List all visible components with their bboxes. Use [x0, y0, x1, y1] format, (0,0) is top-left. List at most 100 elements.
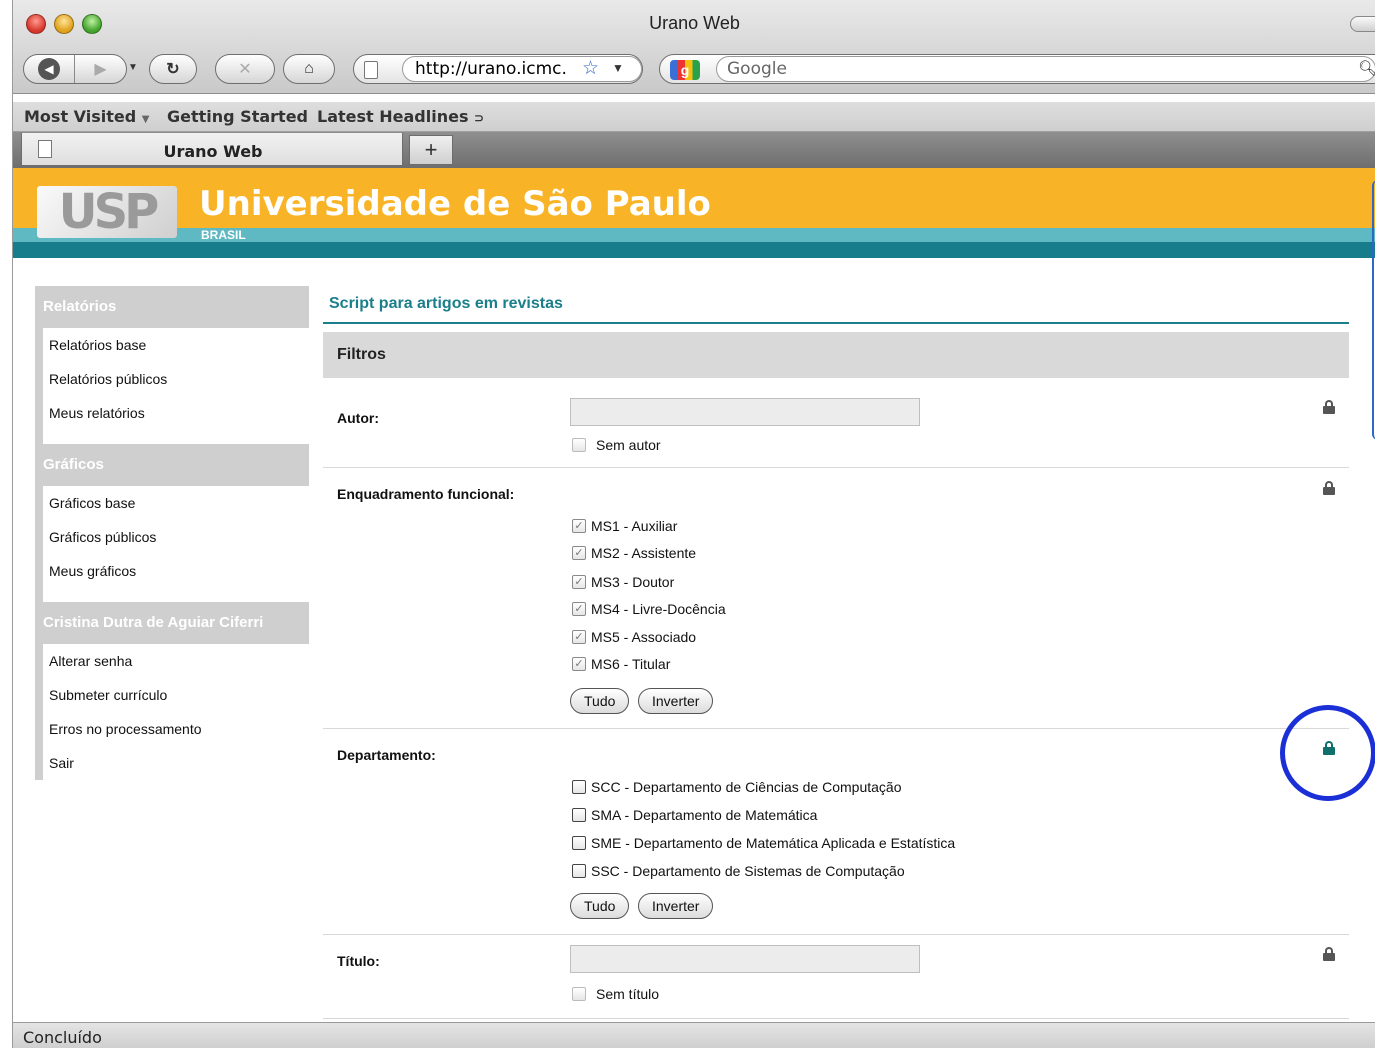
tab-strip: Urano Web +: [13, 132, 1375, 168]
option-label: MS3 - Doutor: [591, 574, 675, 590]
address-bar: http://urano.icmc. ☆ ▼: [353, 54, 643, 84]
tab-title: Urano Web: [163, 142, 263, 161]
checkbox-checked-icon[interactable]: ✓: [572, 519, 586, 533]
stop-icon: ✕: [238, 61, 252, 78]
sidebar-item-meus-relatorios[interactable]: Meus relatórios: [43, 396, 309, 430]
tudo-button[interactable]: Tudo: [570, 688, 630, 714]
search-engine-icon[interactable]: g: [670, 60, 700, 80]
sidebar-group-graficos: Gráficos base Gráficos públicos Meus grá…: [35, 486, 309, 602]
checkbox[interactable]: [572, 836, 586, 850]
sidebar-header-relatorios: Relatórios: [35, 286, 309, 328]
back-button[interactable]: ◀: [24, 55, 75, 83]
tudo-button[interactable]: Tudo: [570, 893, 630, 919]
sidebar-item-relatorios-publicos[interactable]: Relatórios públicos: [43, 362, 309, 396]
sidebar-header-graficos: Gráficos: [35, 444, 309, 486]
filter-enquadramento: Enquadramento funcional: ✓ MS1 - Auxiliar…: [323, 468, 1349, 729]
lock-icon[interactable]: [1323, 400, 1335, 414]
sidebar-item-sair[interactable]: Sair: [43, 746, 309, 780]
sidebar-item-graficos-publicos[interactable]: Gráficos públicos: [43, 520, 309, 554]
sem-titulo-option[interactable]: Sem título: [572, 986, 659, 1002]
bookmark-most-visited[interactable]: Most Visited ▼: [24, 107, 149, 126]
filter-autor: Autor: Sem autor: [323, 378, 1349, 468]
home-icon: ⌂: [304, 60, 314, 77]
bookmark-latest-headlines[interactable]: Latest Headlines ⊃: [317, 107, 484, 126]
option-ssc[interactable]: SSC - Departamento de Sistemas de Comput…: [572, 863, 905, 879]
checkbox-checked-icon[interactable]: ✓: [572, 657, 586, 671]
reload-icon: ↻: [166, 61, 180, 78]
highlight-circle-annotation: [1280, 705, 1375, 801]
checkbox-checked-icon[interactable]: ✓: [572, 630, 586, 644]
option-ms3[interactable]: ✓ MS3 - Doutor: [572, 574, 674, 590]
chevron-down-icon: ▼: [141, 114, 150, 125]
back-forward-buttons: ◀ ▶: [23, 54, 127, 84]
sem-autor-option[interactable]: Sem autor: [572, 437, 661, 453]
option-scc[interactable]: SCC - Departamento de Ciências de Comput…: [572, 779, 902, 795]
history-dropdown-icon[interactable]: ▼: [128, 62, 138, 73]
checkbox-checked-icon[interactable]: ✓: [572, 602, 586, 616]
rss-icon: ⊃: [474, 111, 485, 125]
status-bar: Concluído: [13, 1022, 1375, 1048]
page-title: Script para artigos em revistas: [323, 286, 1349, 324]
inverter-button[interactable]: Inverter: [638, 688, 714, 714]
search-icon[interactable]: 🔍︎: [1358, 59, 1375, 77]
inverter-button[interactable]: Inverter: [638, 893, 714, 919]
reload-button[interactable]: ↻: [149, 54, 197, 84]
option-label: SME - Departamento de Matemática Aplicad…: [591, 835, 956, 851]
sidebar-item-submeter-curriculo[interactable]: Submeter currículo: [43, 678, 309, 712]
main-content: Script para artigos em revistas Filtros …: [323, 286, 1349, 1019]
sem-titulo-label: Sem título: [596, 986, 660, 1002]
option-sma[interactable]: SMA - Departamento de Matemática: [572, 807, 817, 823]
stop-button[interactable]: ✕: [215, 54, 275, 84]
new-tab-button[interactable]: +: [409, 135, 453, 165]
checkbox[interactable]: [572, 864, 586, 878]
sidebar-item-meus-graficos[interactable]: Meus gráficos: [43, 554, 309, 588]
option-sme[interactable]: SME - Departamento de Matemática Aplicad…: [572, 835, 955, 851]
option-ms2[interactable]: ✓ MS2 - Assistente: [572, 545, 696, 561]
sidebar-item-relatorios-base[interactable]: Relatórios base: [43, 328, 309, 362]
lock-icon[interactable]: [1323, 481, 1335, 495]
forward-button[interactable]: ▶: [75, 55, 126, 83]
url-dropdown-icon[interactable]: ▼: [612, 61, 624, 75]
sidebar-item-graficos-base[interactable]: Gráficos base: [43, 486, 309, 520]
autor-input[interactable]: [570, 398, 920, 426]
browser-toolbar: Urano Web ◀ ▶ ▼ ↻ ✕ ⌂ http://urano.icmc.…: [13, 0, 1375, 94]
header-stripe: [13, 242, 1375, 258]
option-ms6[interactable]: ✓ MS6 - Titular: [572, 656, 670, 672]
sidebar-item-erros-processamento[interactable]: Erros no processamento: [43, 712, 309, 746]
site-subtitle: BRASIL: [201, 228, 246, 242]
site-title: Universidade de São Paulo: [199, 184, 711, 224]
home-button[interactable]: ⌂: [283, 54, 335, 84]
option-ms4[interactable]: ✓ MS4 - Livre-Docência: [572, 601, 726, 617]
bookmark-getting-started[interactable]: Getting Started: [167, 107, 308, 126]
lock-icon[interactable]: [1323, 947, 1335, 961]
option-label: MS4 - Livre-Docência: [591, 601, 726, 617]
autor-label: Autor:: [337, 410, 379, 426]
checkbox-checked-icon[interactable]: ✓: [572, 546, 586, 560]
site-header: USP Universidade de São Paulo BRASIL: [13, 168, 1375, 258]
page-icon: [364, 61, 378, 79]
option-ms1[interactable]: ✓ MS1 - Auxiliar: [572, 518, 677, 534]
sem-titulo-checkbox[interactable]: [572, 987, 586, 1001]
bookmark-star-icon[interactable]: ☆: [582, 57, 599, 80]
url-input[interactable]: http://urano.icmc.: [402, 56, 642, 82]
checkbox[interactable]: [572, 780, 586, 794]
tab-urano-web[interactable]: Urano Web: [21, 133, 403, 166]
toolbar-toggle-button[interactable]: [1350, 16, 1375, 32]
back-arrow-icon: ◀: [38, 58, 60, 80]
checkbox[interactable]: [572, 808, 586, 822]
search-input[interactable]: Google: [716, 56, 1375, 82]
filter-departamento: Departamento: SCC - Departamento de Ciên…: [323, 729, 1349, 935]
checkbox-checked-icon[interactable]: ✓: [572, 575, 586, 589]
usp-logo[interactable]: USP: [37, 186, 177, 238]
sem-autor-checkbox[interactable]: [572, 438, 586, 452]
titulo-input[interactable]: [570, 945, 920, 973]
sidebar: Relatórios Relatórios base Relatórios pú…: [35, 286, 309, 780]
sidebar-group-user: Alterar senha Submeter currículo Erros n…: [35, 644, 309, 780]
option-label: SCC - Departamento de Ciências de Comput…: [591, 779, 902, 795]
sidebar-item-alterar-senha[interactable]: Alterar senha: [43, 644, 309, 678]
departamento-label: Departamento:: [337, 747, 436, 763]
option-ms5[interactable]: ✓ MS5 - Associado: [572, 629, 696, 645]
sem-autor-label: Sem autor: [596, 437, 661, 453]
forward-arrow-icon: ▶: [94, 61, 107, 78]
